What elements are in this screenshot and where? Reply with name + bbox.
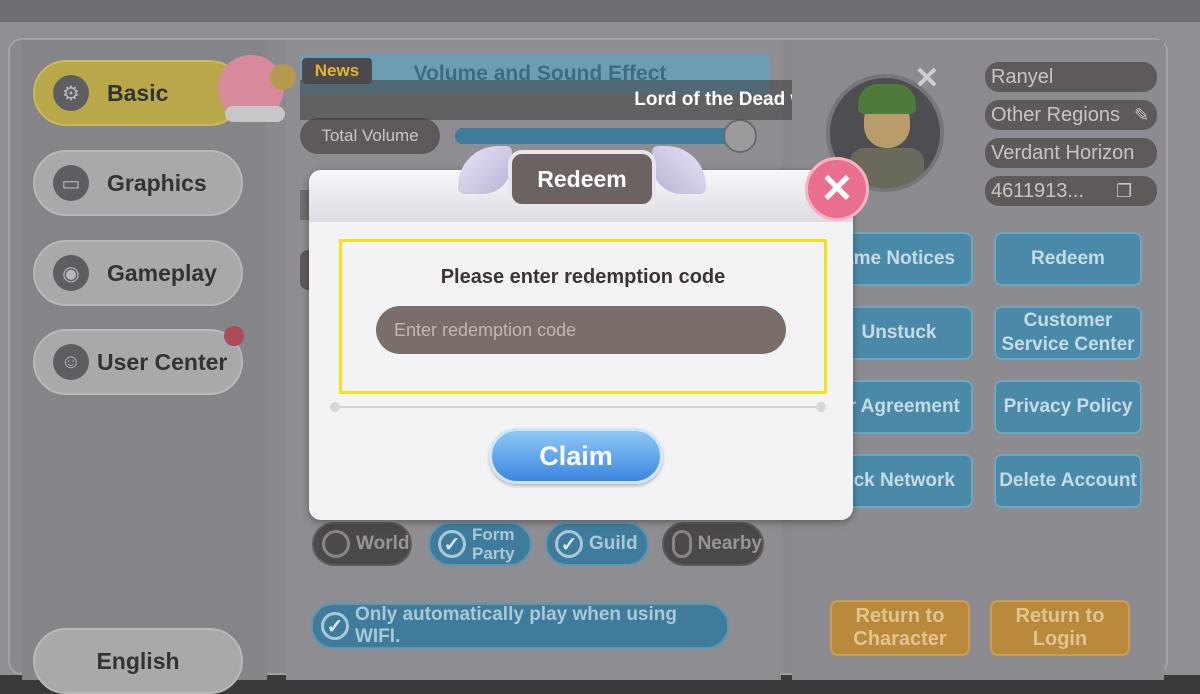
close-icon: ✕	[820, 167, 854, 211]
language-label: English	[96, 647, 180, 674]
redeem-label: Redeem	[1031, 248, 1105, 269]
divider-end	[330, 402, 340, 412]
gear-icon: ⚙	[53, 75, 89, 111]
check-icon: ✓	[321, 612, 349, 640]
volume-slider-knob[interactable]	[723, 119, 757, 153]
server-name: Verdant Horizon	[985, 138, 1157, 168]
volume-slider-fill	[455, 128, 740, 144]
nav-gameplay-label: Gameplay	[107, 259, 217, 286]
player-id: 4611913... ❐	[985, 176, 1157, 206]
top-bar	[0, 0, 1200, 22]
channel-world-label: World	[356, 533, 410, 554]
check-icon: ✓	[555, 530, 583, 558]
return-to-login-label: Return to Login	[1015, 605, 1105, 650]
divider-end	[816, 402, 826, 412]
channel-nearby-label: Nearby	[697, 533, 762, 554]
redeem-dialog-title: Redeem	[508, 150, 656, 208]
channel-world-checkbox[interactable]: World	[312, 522, 412, 566]
unchecked-icon	[672, 530, 692, 558]
return-to-character-button[interactable]: Return to Character	[830, 600, 970, 656]
redeem-prompt: Please enter redemption code	[440, 266, 726, 288]
monitor-icon: ▭	[53, 165, 89, 201]
nav-gameplay-button[interactable]: ◉ Gameplay	[33, 240, 243, 306]
total-volume-label: Total Volume	[300, 118, 440, 154]
close-icon[interactable]: ✕	[912, 64, 942, 94]
player-id-value: 4611913...	[991, 179, 1085, 202]
volume-slider-track[interactable]	[455, 128, 755, 144]
channel-form-party-label: Form Party	[472, 525, 515, 563]
unstuck-label: Unstuck	[861, 322, 937, 343]
unchecked-icon	[322, 530, 350, 558]
channel-guild-checkbox[interactable]: ✓ Guild	[545, 522, 649, 566]
claim-label: Claim	[539, 440, 613, 471]
return-to-login-button[interactable]: Return to Login	[990, 600, 1130, 656]
check-network-label: eck Network	[843, 470, 955, 491]
divider	[330, 402, 826, 412]
region-link-label: Other Regions	[991, 103, 1120, 126]
channel-form-party-checkbox[interactable]: ✓ Form Party	[428, 522, 532, 566]
user-agreement-label: er Agreement	[838, 396, 960, 417]
claim-button[interactable]: Claim	[489, 428, 663, 484]
customer-service-button[interactable]: Customer Service Center	[994, 306, 1142, 360]
megaphone-icon	[270, 64, 296, 90]
nav-user-center-button[interactable]: ☺ User Center	[33, 329, 243, 395]
mascot-cloud	[225, 106, 285, 122]
nav-graphics-button[interactable]: ▭ Graphics	[33, 150, 243, 216]
edit-icon: ✎	[1133, 104, 1150, 125]
autoplay-wifi-label: Only automatically play when using WIFI.	[354, 604, 677, 647]
customer-service-label: Customer Service Center	[1001, 310, 1135, 355]
language-button[interactable]: English	[33, 628, 243, 694]
nav-graphics-label: Graphics	[107, 169, 207, 196]
gamepad-icon: ◉	[53, 255, 89, 291]
delete-account-label: Delete Account	[999, 470, 1137, 491]
nav-basic-button[interactable]: ⚙ Basic	[33, 60, 243, 126]
redemption-code-input[interactable]	[376, 306, 786, 354]
privacy-policy-button[interactable]: Privacy Policy	[994, 380, 1142, 434]
check-icon: ✓	[438, 530, 466, 558]
avatar-hair	[858, 84, 916, 114]
autoplay-wifi-checkbox[interactable]: ✓ Only automatically play when using WIF…	[311, 603, 729, 649]
nav-basic-label: Basic	[107, 79, 169, 106]
privacy-policy-label: Privacy Policy	[1003, 396, 1133, 417]
notification-dot	[224, 326, 244, 346]
region-link[interactable]: Other Regions ✎	[985, 100, 1157, 130]
delete-account-button[interactable]: Delete Account	[994, 454, 1142, 508]
return-to-character-label: Return to Character	[853, 605, 947, 650]
close-dialog-button[interactable]: ✕	[805, 157, 869, 221]
player-name: Ranyel	[985, 62, 1157, 92]
news-tag: News	[302, 58, 372, 84]
copy-icon[interactable]: ❐	[1116, 181, 1132, 202]
redeem-button[interactable]: Redeem	[994, 232, 1142, 286]
game-notices-label: ame Notices	[843, 248, 955, 269]
nav-user-center-label: User Center	[97, 348, 228, 375]
channel-guild-label: Guild	[589, 533, 638, 554]
channel-nearby-checkbox[interactable]: Nearby	[662, 522, 764, 566]
user-icon: ☺	[53, 344, 89, 380]
